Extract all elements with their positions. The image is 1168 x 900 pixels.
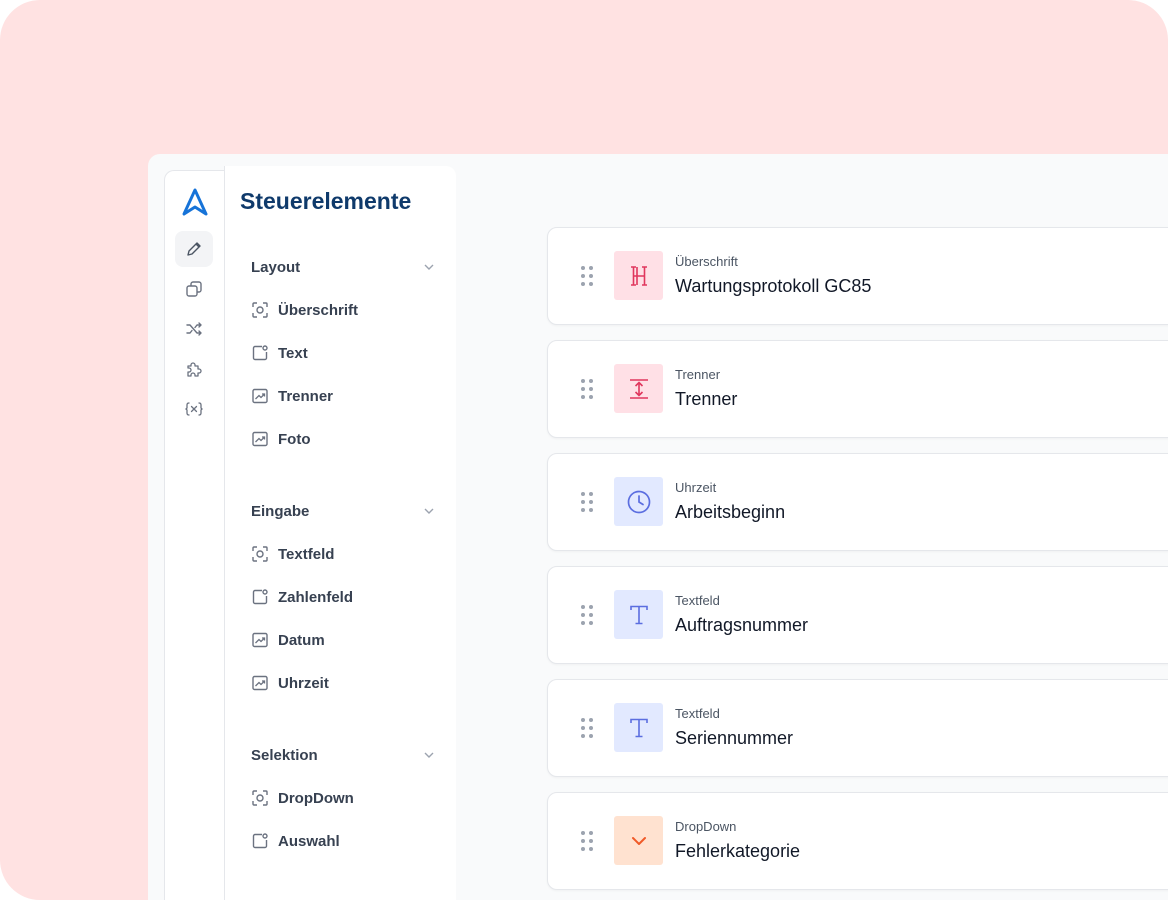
frame-icon <box>252 833 268 849</box>
image-chart-icon <box>252 632 268 648</box>
puzzle-icon <box>187 362 202 377</box>
group-label: Selektion <box>251 746 318 764</box>
rail-variables-button[interactable] <box>175 391 213 427</box>
field-type-label: Textfeld <box>675 706 720 721</box>
image-chart-icon <box>252 431 268 447</box>
frame-icon <box>252 589 268 605</box>
panel-title: Steuerelemente <box>240 188 412 214</box>
control-item-label: Textfeld <box>278 545 335 563</box>
field-card-wartungsprotokoll[interactable]: Überschrift Wartungsprotokoll GC85 <box>547 227 1168 325</box>
scan-icon <box>252 302 268 318</box>
control-item-label: Auswahl <box>278 832 340 850</box>
group-header-layout[interactable]: Layout <box>251 255 435 279</box>
control-item-label: DropDown <box>278 789 354 807</box>
chevron-down-icon <box>424 752 434 758</box>
field-card-seriennummer[interactable]: Textfeld Seriennummer <box>547 679 1168 777</box>
controls-panel: Steuerelemente Layout Überschrift Text T… <box>224 166 456 900</box>
chevron-down-icon <box>631 836 646 845</box>
field-type-icon-box <box>614 251 663 300</box>
pencil-icon <box>187 242 201 256</box>
control-item-label: Datum <box>278 631 325 649</box>
scan-icon <box>252 546 268 562</box>
rail-edit-button[interactable] <box>175 231 213 267</box>
control-item-dropdown[interactable]: DropDown <box>251 786 354 810</box>
heading-icon <box>630 265 647 286</box>
group-label: Layout <box>251 258 301 276</box>
drag-handle-icon[interactable] <box>580 265 594 287</box>
drag-handle-icon[interactable] <box>580 717 594 739</box>
drag-handle-icon[interactable] <box>580 604 594 626</box>
rail-copy-button[interactable] <box>175 271 213 307</box>
control-item-textfeld[interactable]: Textfeld <box>251 542 334 566</box>
scan-icon <box>252 790 268 806</box>
field-type-label: Textfeld <box>675 593 720 608</box>
copy-icon <box>186 281 202 297</box>
clock-icon <box>627 490 650 513</box>
chevron-down-icon <box>424 264 434 270</box>
frame-icon <box>252 345 268 361</box>
control-item-auswahl[interactable]: Auswahl <box>251 829 340 853</box>
group-header-selektion[interactable]: Selektion <box>251 743 435 767</box>
control-item-label: Uhrzeit <box>278 674 329 692</box>
field-type-icon-box <box>614 590 663 639</box>
field-name: Trenner <box>675 389 738 409</box>
drag-handle-icon[interactable] <box>580 830 594 852</box>
control-item-text[interactable]: Text <box>251 341 308 365</box>
chevron-down-icon <box>424 508 434 514</box>
control-item-ueberschrift[interactable]: Überschrift <box>251 298 358 322</box>
shuffle-icon <box>186 322 202 336</box>
field-name: Wartungsprotokoll GC85 <box>675 276 872 296</box>
field-type-label: Uhrzeit <box>675 480 717 495</box>
image-chart-icon <box>252 675 268 691</box>
control-item-datum[interactable]: Datum <box>251 628 325 652</box>
rail-logic-button[interactable] <box>175 311 213 347</box>
control-item-foto[interactable]: Foto <box>251 427 310 451</box>
control-item-label: Überschrift <box>278 301 359 319</box>
text-t-icon <box>629 605 648 624</box>
field-type-icon-box <box>614 703 663 752</box>
app-logo-icon <box>182 188 208 216</box>
icon-rail <box>164 170 224 900</box>
field-type-icon-box <box>614 816 663 865</box>
field-card-arbeitsbeginn[interactable]: Uhrzeit Arbeitsbeginn <box>547 453 1168 551</box>
field-name: Seriennummer <box>675 728 794 748</box>
control-item-label: Foto <box>278 430 311 448</box>
control-item-label: Trenner <box>278 387 334 405</box>
field-type-icon-box <box>614 364 663 413</box>
variable-icon <box>185 402 203 416</box>
field-card-trenner[interactable]: Trenner Trenner <box>547 340 1168 438</box>
image-chart-icon <box>252 388 268 404</box>
field-name: Arbeitsbeginn <box>675 502 786 522</box>
group-label: Eingabe <box>251 502 310 520</box>
control-item-trenner[interactable]: Trenner <box>251 384 333 408</box>
group-header-eingabe[interactable]: Eingabe <box>251 499 435 523</box>
drag-handle-icon[interactable] <box>580 378 594 400</box>
divider-icon <box>629 378 648 399</box>
rail-plugins-button[interactable] <box>175 351 213 387</box>
control-item-zahlenfeld[interactable]: Zahlenfeld <box>251 585 353 609</box>
field-type-icon-box <box>614 477 663 526</box>
field-type-label: Überschrift <box>675 254 738 269</box>
field-type-label: DropDown <box>675 819 737 834</box>
control-item-label: Text <box>278 344 308 362</box>
control-item-label: Zahlenfeld <box>278 588 354 606</box>
field-card-fehlerkategorie[interactable]: DropDown Fehlerkategorie <box>547 792 1168 890</box>
drag-handle-icon[interactable] <box>580 491 594 513</box>
field-name: Auftragsnummer <box>675 615 809 635</box>
control-item-uhrzeit[interactable]: Uhrzeit <box>251 671 329 695</box>
field-name: Fehlerkategorie <box>675 841 801 861</box>
field-type-label: Trenner <box>675 367 721 382</box>
text-t-icon <box>629 718 648 737</box>
field-card-auftragsnummer[interactable]: Textfeld Auftragsnummer <box>547 566 1168 664</box>
